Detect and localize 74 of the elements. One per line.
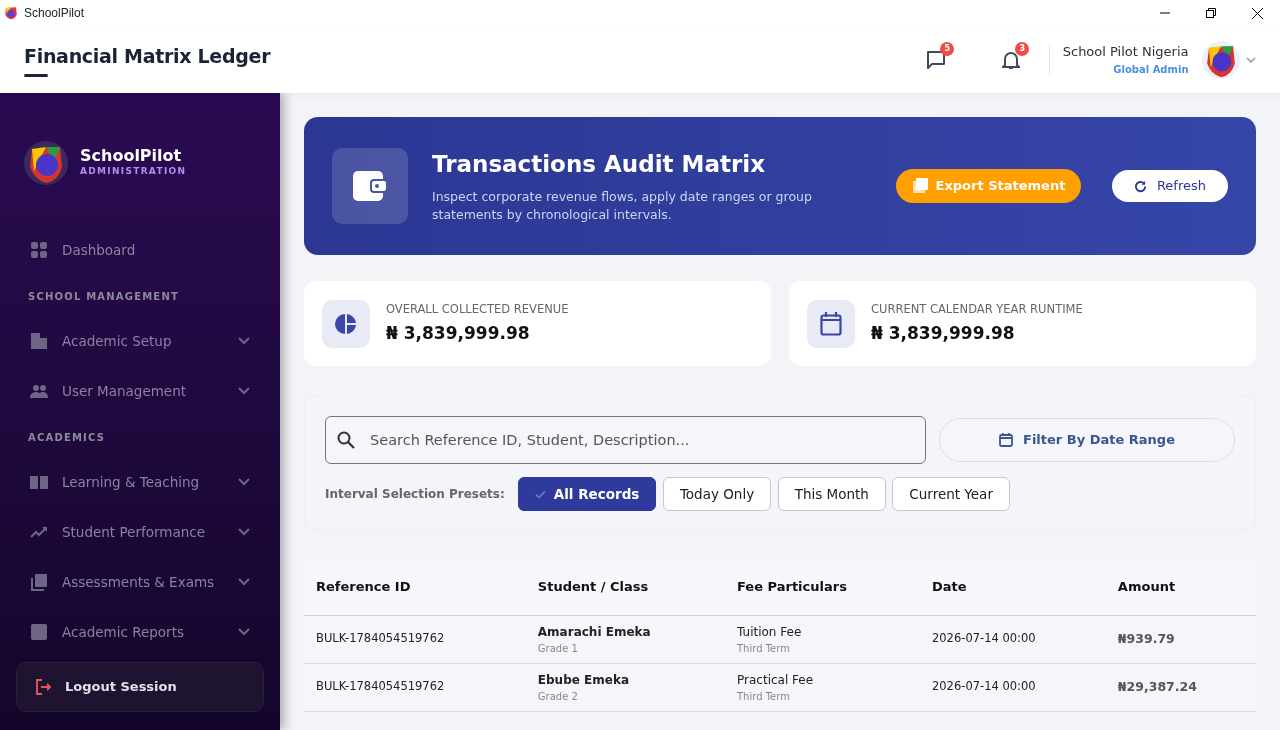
column-header: Student / Class (525, 559, 725, 615)
sidebar-item[interactable]: Assessments & Exams (16, 557, 264, 607)
stat-value: ₦ 3,839,999.98 (871, 322, 1016, 345)
user-role: Global Admin (1112, 62, 1189, 77)
column-header: Amount (1105, 559, 1256, 615)
book-icon (30, 473, 48, 491)
stat-label: OVERALL COLLECTED REVENUE (386, 300, 569, 318)
table-cell: BULK-1784054519762 (316, 631, 445, 646)
presets-label: Interval Selection Presets: (325, 486, 505, 503)
messages-button[interactable]: 5 (918, 41, 955, 78)
wallet-icon (332, 148, 408, 224)
column-header: Reference ID (304, 559, 526, 615)
stat-value: ₦ 3,839,999.98 (386, 322, 531, 345)
table-cell: 2026-07-14 00:00 (932, 631, 1036, 646)
notification-count-badge: 3 (1015, 41, 1030, 56)
fee-name: Practical Fee (737, 671, 815, 689)
users-icon (30, 382, 48, 400)
refresh-icon (1133, 179, 1147, 193)
column-header: Date (920, 559, 1106, 615)
fee-name: Tuition Fee (737, 623, 803, 641)
preset-button[interactable]: Today Only (662, 477, 772, 511)
bell-icon (1002, 49, 1021, 70)
sidebar-item[interactable]: Dashboard (16, 225, 264, 275)
preset-button[interactable]: This Month (777, 477, 886, 511)
question-sheet-icon (30, 573, 48, 591)
class-name: Grade 1 (537, 641, 579, 656)
term-name: Third Term (737, 641, 791, 656)
sidebar-item[interactable]: Academic Reports (16, 607, 264, 657)
sidebar-item[interactable]: Academic Setup (16, 316, 264, 366)
refresh-button[interactable]: Refresh (1111, 170, 1228, 202)
sidebar-item[interactable]: Learning & Teaching (16, 457, 264, 507)
title-underline (24, 73, 48, 77)
avatar-logo[interactable] (1201, 40, 1240, 79)
amount-cell: ₦939.79 (1117, 630, 1175, 646)
message-count-badge: 5 (940, 41, 955, 56)
date-range-button[interactable]: Filter By Date Range (939, 418, 1235, 462)
brand-name: SchoolPilot (80, 147, 183, 166)
table-cell: BULK-1784054519762 (316, 679, 445, 694)
preset-button[interactable]: All Records (517, 477, 657, 511)
section-heading: SCHOOL MANAGEMENT (27, 290, 180, 304)
sidebar-item[interactable]: Student Performance (16, 507, 264, 557)
sidebar-item[interactable]: User Management (16, 366, 264, 416)
search-icon (337, 431, 355, 449)
logout-button[interactable]: Logout Session (16, 662, 264, 712)
banner-subtitle: Inspect corporate revenue flows, apply date ranges or group statements by chronological intervals. (432, 187, 813, 225)
page-title: Financial Matrix Ledger (24, 44, 271, 70)
close-icon[interactable] (1251, 7, 1263, 19)
app-logo-icon (4, 6, 18, 20)
search-field[interactable]: Search Reference ID, Student, Description... (325, 416, 926, 464)
table-cell: 2026-07-14 00:00 (932, 679, 1036, 694)
class-name: Grade 2 (537, 689, 579, 704)
calendar-icon (820, 311, 842, 336)
preset-button[interactable]: Current Year (892, 477, 1010, 511)
logout-icon (35, 679, 51, 695)
user-name: School Pilot Nigeria (1062, 43, 1189, 62)
column-header: Fee Particulars (725, 559, 920, 615)
window-title: SchoolPilot (24, 5, 85, 22)
message-icon (926, 49, 947, 70)
student-name: Amarachi Emeka (537, 623, 652, 641)
chevron-down-icon[interactable] (1246, 56, 1256, 63)
section-heading: ACADEMICS (27, 431, 107, 445)
banner-title: Transactions Audit Matrix (432, 150, 766, 179)
dashboard-icon (30, 241, 48, 259)
brand-subtitle: ADMINISTRATION (80, 165, 187, 179)
calendar-icon (999, 433, 1013, 447)
restore-icon[interactable] (1206, 8, 1216, 18)
student-name: Ebube Emeka (537, 671, 630, 689)
brand-logo (24, 141, 68, 185)
pie-chart-icon (335, 312, 357, 335)
notifications-button[interactable]: 3 (993, 41, 1030, 78)
stat-label: CURRENT CALENDAR YEAR RUNTIME (871, 300, 1083, 318)
term-name: Third Term (737, 689, 791, 704)
amount-cell: ₦29,387.24 (1117, 678, 1197, 694)
check-icon (534, 489, 546, 499)
